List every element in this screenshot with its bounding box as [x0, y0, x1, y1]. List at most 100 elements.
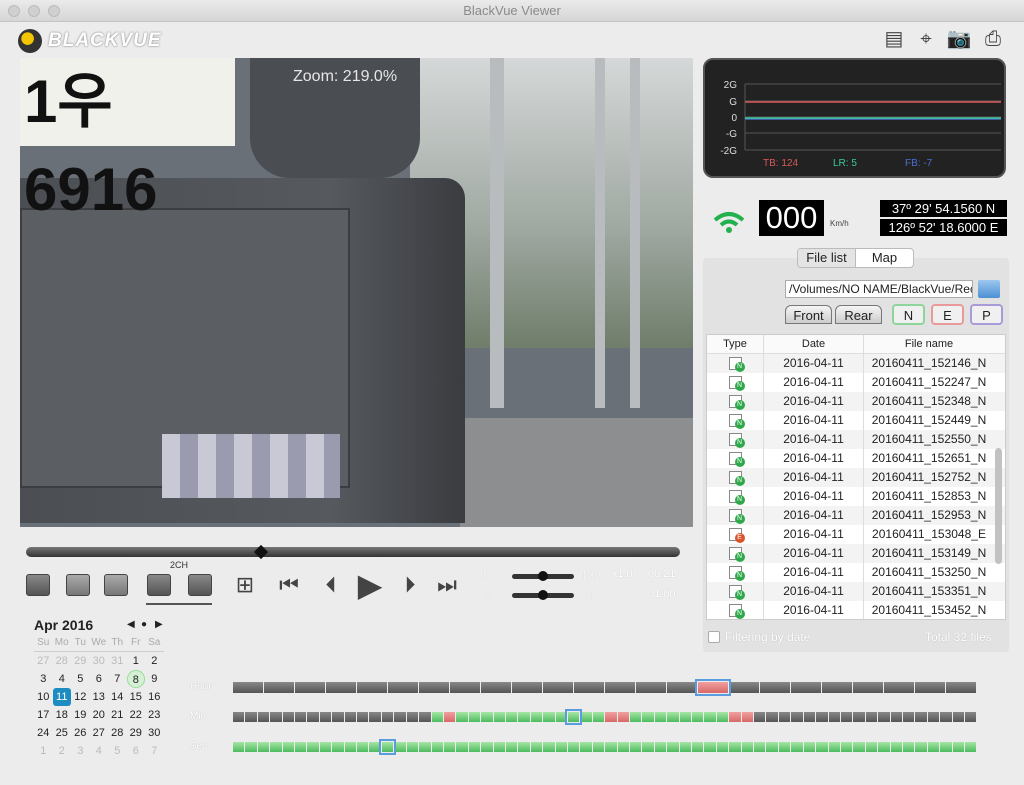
timeline-segment[interactable]: [927, 742, 940, 752]
calendar-day[interactable]: 30: [90, 652, 109, 670]
timeline-segment[interactable]: [946, 682, 976, 693]
timeline-segment[interactable]: [505, 712, 518, 722]
event-filter-button[interactable]: E: [931, 304, 964, 325]
calendar-day[interactable]: 21: [108, 706, 127, 724]
timeline-segment[interactable]: [716, 742, 729, 752]
timeline-segment[interactable]: [729, 742, 741, 752]
print-icon[interactable]: ⎙: [980, 26, 1006, 52]
timeline-segment[interactable]: [319, 742, 332, 752]
timeline-segment[interactable]: [233, 742, 245, 752]
calendar-day[interactable]: 19: [71, 706, 90, 724]
timeline-segment[interactable]: [605, 712, 617, 722]
timeline-segment[interactable]: [902, 712, 915, 722]
calendar-day[interactable]: 29: [127, 724, 146, 742]
timeline-segment[interactable]: [754, 712, 766, 722]
timeline-segment[interactable]: [704, 712, 716, 722]
calendar-day[interactable]: 26: [71, 724, 90, 742]
timeline-segment[interactable]: [282, 742, 295, 752]
timeline-segment[interactable]: [695, 679, 731, 696]
timeline-segment[interactable]: [964, 712, 977, 722]
calendar-day[interactable]: 7: [108, 670, 127, 688]
timeline-segment[interactable]: [865, 742, 878, 752]
timeline-segment[interactable]: [257, 742, 270, 752]
timeline-segment[interactable]: [505, 742, 518, 752]
timeline-min[interactable]: [233, 709, 977, 725]
timeline-segment[interactable]: [443, 712, 456, 722]
timeline-segment[interactable]: [791, 712, 803, 722]
timeline-segment[interactable]: [853, 742, 865, 752]
privacy-filter-icon[interactable]: [66, 574, 90, 596]
timeline-segment[interactable]: [419, 682, 449, 693]
timeline-segment[interactable]: [741, 742, 754, 752]
timeline-segment[interactable]: [555, 742, 567, 752]
timeline-segment[interactable]: [654, 712, 667, 722]
timeline-segment[interactable]: [564, 709, 583, 725]
timeline-segment[interactable]: [493, 742, 505, 752]
timeline-segment[interactable]: [357, 712, 369, 722]
timeline-segment[interactable]: [592, 742, 605, 752]
timeline-segment[interactable]: [369, 712, 381, 722]
table-row[interactable]: N 2016-04-11 20160411_152146_N: [707, 354, 1005, 373]
calendar-day[interactable]: 5: [108, 742, 127, 760]
timeline-segment[interactable]: [282, 712, 295, 722]
calendar-day[interactable]: 6: [127, 742, 146, 760]
next-month-icon[interactable]: ▶: [155, 619, 163, 630]
timeline-segment[interactable]: [878, 712, 890, 722]
table-row[interactable]: N 2016-04-11 20160411_153351_N: [707, 582, 1005, 601]
timeline-segment[interactable]: [518, 742, 530, 752]
timeline-segment[interactable]: [443, 742, 456, 752]
calendar-day[interactable]: 27: [90, 724, 109, 742]
swap-channel-icon[interactable]: [188, 574, 212, 596]
table-row[interactable]: N 2016-04-11 20160411_152953_N: [707, 506, 1005, 525]
timeline-segment[interactable]: [617, 742, 629, 752]
timeline-segment[interactable]: [927, 712, 940, 722]
timeline-segment[interactable]: [940, 712, 952, 722]
gps-target-icon[interactable]: ⌖: [913, 26, 939, 52]
calendar-day[interactable]: 27: [34, 652, 53, 670]
timeline-segment[interactable]: [245, 742, 257, 752]
timeline-segment[interactable]: [543, 682, 573, 693]
timeline-segment[interactable]: [431, 742, 443, 752]
timeline-segment[interactable]: [406, 742, 419, 752]
calendar-day[interactable]: 16: [145, 688, 164, 706]
sd-card-settings-icon[interactable]: ▤: [881, 26, 907, 52]
calendar-day[interactable]: 15: [127, 688, 146, 706]
table-row[interactable]: N 2016-04-11 20160411_152348_N: [707, 392, 1005, 411]
timeline-segment[interactable]: [828, 742, 840, 752]
timeline-segment[interactable]: [778, 712, 791, 722]
timeline-segment[interactable]: [481, 682, 511, 693]
timeline-segment[interactable]: [481, 712, 493, 722]
timeline-segment[interactable]: [381, 712, 394, 722]
timeline-segment[interactable]: [419, 742, 431, 752]
timeline-segment[interactable]: [543, 712, 555, 722]
volume-slider[interactable]: [512, 590, 574, 600]
table-row[interactable]: N 2016-04-11 20160411_153250_N: [707, 563, 1005, 582]
camera-capture-icon[interactable]: 📷: [946, 26, 972, 52]
calendar-day[interactable]: 4: [90, 742, 109, 760]
close-window-button[interactable]: [8, 5, 20, 17]
table-row[interactable]: N 2016-04-11 20160411_152449_N: [707, 411, 1005, 430]
calendar-day[interactable]: 25: [53, 724, 72, 742]
timeline-segment[interactable]: [816, 712, 828, 722]
seek-bar[interactable]: [26, 547, 680, 557]
calendar-day[interactable]: 13: [90, 688, 109, 706]
calendar-day[interactable]: 23: [145, 706, 164, 724]
timeline-segment[interactable]: [642, 712, 654, 722]
timeline-segment[interactable]: [270, 712, 282, 722]
calendar-day[interactable]: 28: [53, 652, 72, 670]
calendar-day[interactable]: 10: [34, 688, 53, 706]
tab-file-list[interactable]: File list: [798, 249, 856, 267]
calendar-day[interactable]: 1: [34, 742, 53, 760]
calendar-day[interactable]: 7: [145, 742, 164, 760]
timeline-segment[interactable]: [902, 742, 915, 752]
timeline-segment[interactable]: [791, 742, 803, 752]
tab-map[interactable]: Map: [856, 249, 913, 267]
timeline-segment[interactable]: [878, 742, 890, 752]
timeline-segment[interactable]: [357, 682, 387, 693]
timeline-segment[interactable]: [729, 712, 741, 722]
play-icon[interactable]: ▶: [350, 569, 390, 601]
previous-month-icon[interactable]: ◀: [127, 619, 135, 630]
timeline-segment[interactable]: [890, 742, 902, 752]
calendar-day[interactable]: 24: [34, 724, 53, 742]
timeline-segment[interactable]: [456, 712, 468, 722]
